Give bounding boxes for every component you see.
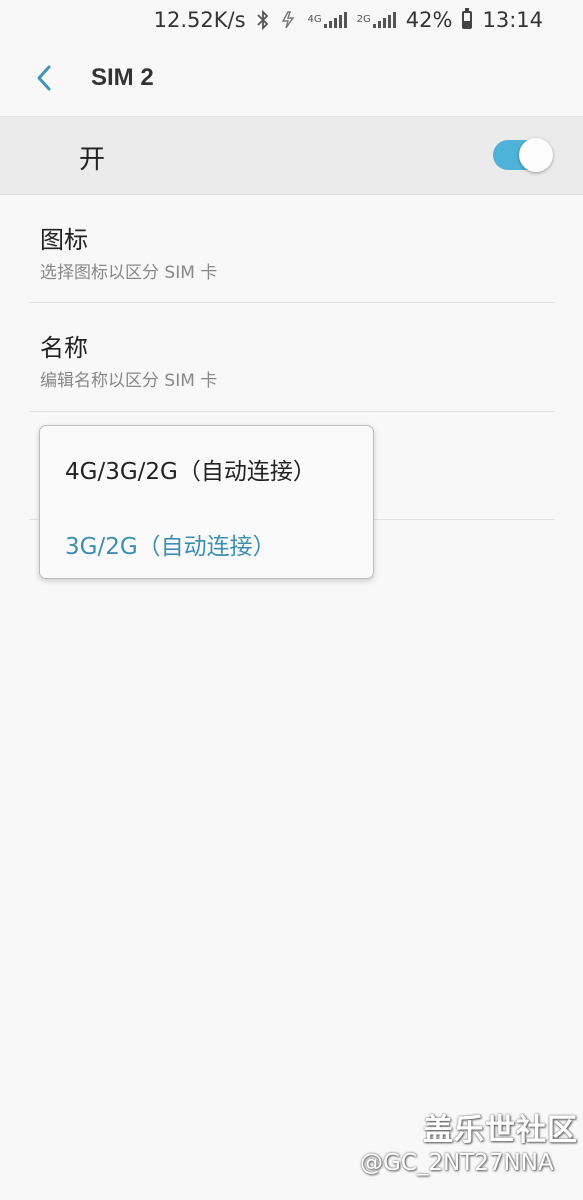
bluetooth-icon — [256, 10, 270, 30]
toggle-knob — [519, 138, 553, 172]
master-toggle-switch[interactable] — [493, 138, 553, 172]
app-header: SIM 2 — [0, 40, 583, 116]
page-title: SIM 2 — [91, 64, 154, 91]
back-button[interactable] — [14, 48, 74, 108]
signal-icon-sim2: 2G — [357, 12, 396, 28]
setting-subtitle: 编辑名称以区分 SIM 卡 — [40, 371, 218, 391]
watermark-title: 盖乐世社区 — [423, 1113, 578, 1148]
divider — [29, 411, 555, 412]
chevron-left-icon — [37, 65, 51, 91]
signal2-type: 2G — [356, 14, 371, 25]
clock: 13:14 — [482, 8, 543, 32]
network-mode-option-3g2g[interactable]: 3G/2G（自动连接） — [40, 504, 373, 578]
net-speed: 12.52K/s — [153, 8, 246, 32]
option-label-selected: 3G/2G（自动连接） — [65, 534, 276, 560]
battery-icon — [462, 8, 473, 29]
option-label: 4G/3G/2G（自动连接） — [65, 459, 316, 485]
setting-item-name[interactable]: 名称 编辑名称以区分 SIM 卡 — [0, 303, 583, 411]
setting-item-icon[interactable]: 图标 选择图标以区分 SIM 卡 — [0, 196, 583, 302]
setting-subtitle: 选择图标以区分 SIM 卡 — [40, 263, 218, 283]
signal-icon-sim1: 4G — [308, 12, 347, 28]
status-bar: 12.52K/s 4G 2G 42% 13:14 — [0, 0, 583, 40]
battery-percent: 42% — [405, 8, 453, 32]
setting-title: 名称 — [40, 334, 88, 362]
watermark-user: @GC_2NT27NNA — [360, 1150, 554, 1176]
master-switch-label: 开 — [79, 145, 106, 175]
data-saver-icon — [280, 10, 298, 30]
setting-title: 图标 — [40, 226, 88, 254]
signal1-type: 4G — [307, 14, 322, 25]
network-mode-popup: 4G/3G/2G（自动连接） 3G/2G（自动连接） — [39, 425, 374, 579]
network-mode-option-4g3g2g[interactable]: 4G/3G/2G（自动连接） — [40, 428, 373, 502]
